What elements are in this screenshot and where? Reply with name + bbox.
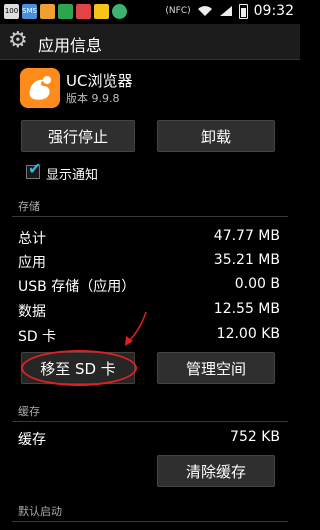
wifi-icon [197, 6, 212, 16]
app-notification-icon [40, 4, 55, 19]
battery-icon [238, 3, 248, 19]
clock: 09:32 [253, 3, 294, 19]
row-label: SD 卡 [18, 329, 57, 345]
storage-row-total: 总计 47.77 MB [18, 228, 280, 250]
app-notification-icon [94, 4, 109, 19]
squirrel-logo-icon [29, 76, 51, 100]
uc-browser-app-icon [20, 68, 60, 108]
section-divider [12, 421, 288, 422]
row-label: 应用 [18, 255, 46, 271]
show-notifications-label: 显示通知 [46, 168, 99, 183]
storage-row-data: 数据 12.55 MB [18, 301, 280, 323]
storage-row-sd-card: SD 卡 12.00 KB [18, 326, 280, 348]
storage-section-header: 存储 [18, 200, 40, 213]
row-value: 752 KB [230, 429, 280, 445]
cache-row: 缓存 752 KB [18, 429, 280, 451]
manage-space-button[interactable]: 管理空间 [157, 352, 275, 384]
default-launch-section-header: 默认启动 [18, 505, 62, 518]
row-value: 12.55 MB [213, 301, 280, 317]
row-value: 12.00 KB [216, 326, 280, 342]
row-value: 0.00 B [234, 276, 280, 292]
app-notification-icon [76, 4, 91, 19]
annotation-ellipse [21, 350, 137, 386]
row-value: 47.77 MB [213, 228, 280, 244]
row-value: 35.21 MB [213, 252, 280, 268]
row-label: USB 存储（应用） [18, 279, 136, 295]
storage-row-usb: USB 存储（应用） 0.00 B [18, 276, 280, 298]
system-icons: (NFC) 09:32 [165, 3, 294, 19]
status-bar: 100 SMS (NFC) 09:32 [0, 0, 300, 24]
battery-100-badge-icon: 100 [4, 4, 19, 19]
section-divider [12, 216, 288, 217]
row-label: 总计 [18, 231, 46, 247]
app-version: 版本 9.9.8 [66, 92, 120, 105]
nfc-icon: (NFC) [165, 6, 191, 16]
app-name: UC浏览器 [66, 72, 133, 90]
app-notification-icon [112, 4, 127, 19]
settings-gear-icon[interactable]: ⚙ [8, 30, 28, 52]
action-bar: ⚙ 应用信息 [0, 24, 300, 60]
section-divider [12, 521, 288, 522]
storage-row-app: 应用 35.21 MB [18, 252, 280, 274]
notification-icons: 100 SMS [4, 4, 127, 19]
clear-cache-button[interactable]: 清除缓存 [157, 455, 275, 487]
sms-icon: SMS [22, 4, 37, 19]
checkmark-icon: ✔ [28, 159, 42, 178]
uninstall-button[interactable]: 卸载 [157, 120, 275, 152]
signal-icon [219, 6, 232, 16]
cache-section-header: 缓存 [18, 405, 40, 418]
row-label: 缓存 [18, 432, 46, 448]
app-notification-icon [58, 4, 73, 19]
row-label: 数据 [18, 304, 46, 320]
show-notifications-checkbox[interactable]: ✔ [26, 161, 41, 179]
force-stop-button[interactable]: 强行停止 [21, 120, 135, 152]
page-title: 应用信息 [38, 36, 103, 55]
